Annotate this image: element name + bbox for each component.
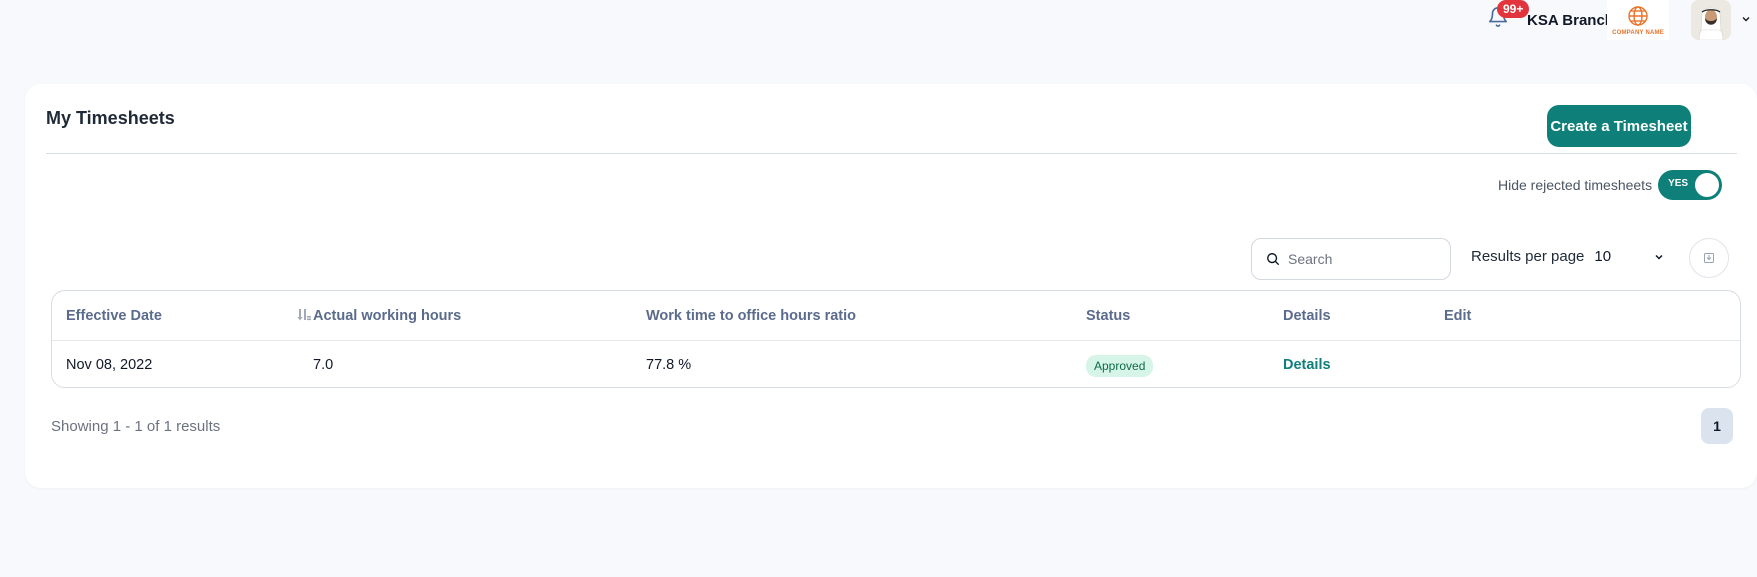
cell-actual-hours: 7.0: [313, 357, 334, 373]
globe-logo-icon: [1628, 6, 1648, 26]
results-per-page: Results per page 10: [1471, 248, 1664, 265]
export-icon: [1704, 253, 1714, 263]
search-input[interactable]: [1288, 251, 1438, 267]
timesheets-card: My Timesheets Create a Timesheet Hide re…: [25, 84, 1757, 488]
col-actual-hours: Actual working hours: [313, 308, 462, 324]
user-avatar-icon: [1691, 0, 1731, 40]
col-ratio: Work time to office hours ratio: [646, 308, 857, 324]
search-box: [1251, 238, 1451, 280]
divider: [46, 153, 1737, 154]
hide-rejected-label: Hide rejected timesheets: [1498, 177, 1653, 193]
page-title: My Timesheets: [46, 108, 175, 128]
avatar[interactable]: [1691, 0, 1731, 40]
cell-effective-date: Nov 08, 2022: [66, 357, 153, 373]
search-icon: [1267, 253, 1280, 266]
results-summary: Showing 1 - 1 of 1 results: [51, 418, 221, 435]
create-timesheet-button[interactable]: Create a Timesheet: [1547, 105, 1691, 147]
results-per-page-label: Results per page: [1471, 248, 1585, 265]
chevron-down-icon[interactable]: [1741, 14, 1751, 24]
details-link[interactable]: Details: [1283, 357, 1331, 373]
export-button[interactable]: [1689, 238, 1729, 278]
company-logo[interactable]: COMPANY NAME: [1607, 0, 1669, 40]
notifications-badge: 99+: [1497, 0, 1530, 18]
table-row: Nov 08, 2022 7.0 77.8 % Approved Details: [52, 341, 1740, 387]
timesheets-table: Effective Date Actual working hours Work…: [51, 290, 1741, 388]
toggle-knob: [1695, 173, 1720, 197]
chevron-down-icon: [1655, 254, 1663, 260]
sort-icon[interactable]: [296, 307, 312, 323]
col-details: Details: [1283, 308, 1331, 324]
company-logo-text: COMPANY NAME: [1612, 30, 1664, 36]
col-edit: Edit: [1444, 308, 1472, 324]
col-effective-date: Effective Date: [66, 308, 162, 324]
notifications-button[interactable]: 99+: [1487, 0, 1530, 32]
results-per-page-select[interactable]: 10: [1594, 248, 1664, 265]
cell-ratio: 77.8 %: [646, 357, 692, 373]
results-per-page-value: 10: [1594, 248, 1612, 265]
status-badge: Approved: [1086, 355, 1154, 377]
toggle-state-text: YES: [1668, 178, 1689, 189]
table-header: Effective Date Actual working hours Work…: [52, 291, 1740, 341]
hide-rejected-row: Hide rejected timesheets YES: [1498, 170, 1723, 200]
col-status: Status: [1086, 308, 1131, 324]
pagination-page-1[interactable]: 1: [1701, 408, 1733, 444]
branch-label: KSA Branch: [1527, 12, 1614, 29]
hide-rejected-toggle[interactable]: YES: [1658, 170, 1723, 200]
